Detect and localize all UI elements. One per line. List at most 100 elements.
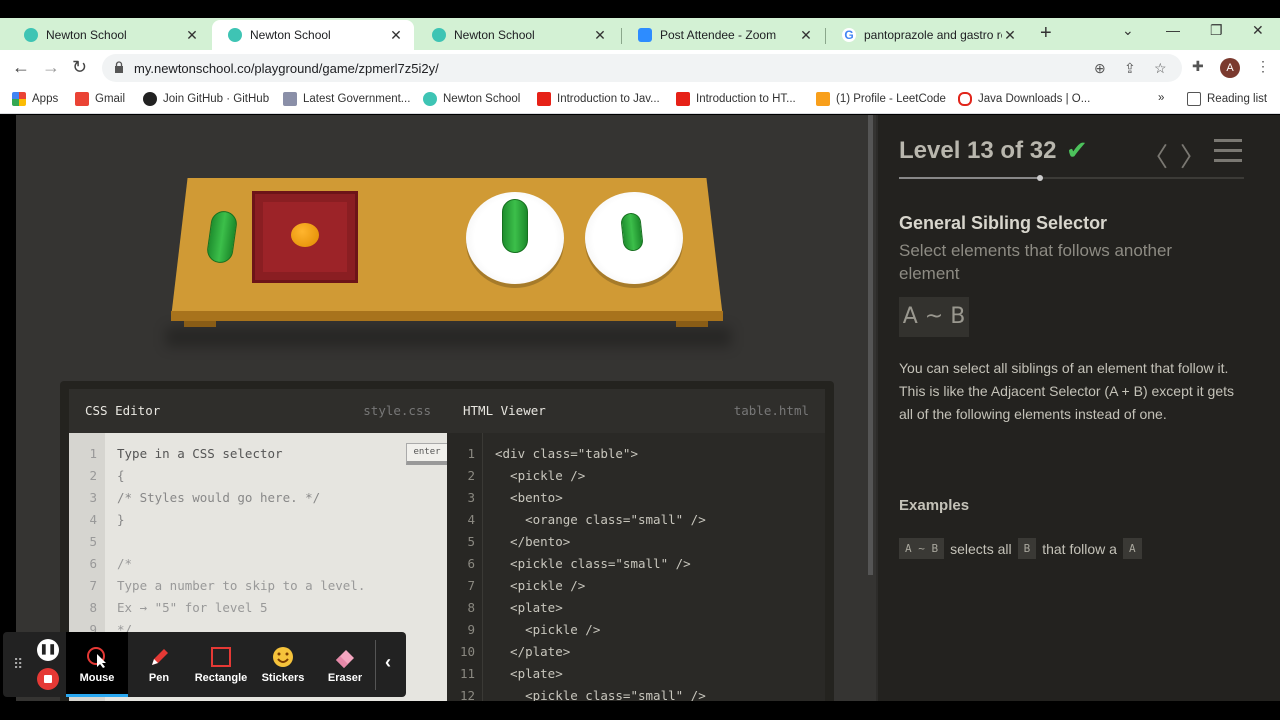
newton-school-favicon-icon [432,28,446,42]
line-number: 3 [467,490,475,505]
new-tab-icon[interactable]: + [1040,22,1052,45]
html-line[interactable]: <bento> [495,490,563,505]
html-line[interactable]: </plate> [495,644,570,659]
line-number: 7 [467,578,475,593]
html-line[interactable]: <pickle class="small" /> [495,688,706,701]
stop-record-icon[interactable] [37,668,59,690]
example-text: that follow a [1042,540,1117,557]
enter-button[interactable]: enter [406,443,448,465]
browser-tab[interactable]: Newton School ✕ [416,20,618,50]
address-bar[interactable]: my.newtonschool.co/playground/game/zpmer… [102,54,1182,82]
example-row: A ~ B selects all B that follow a A [899,538,1148,559]
youtube-icon [537,92,551,106]
toolbar-divider [375,640,376,690]
pickle-on-plate-item[interactable] [502,199,528,253]
bookmarks-overflow-icon[interactable]: » [1158,92,1164,104]
html-line[interactable]: <plate> [495,600,563,615]
selector-title: General Sibling Selector [899,213,1108,233]
rectangle-icon [211,647,231,667]
browser-tab[interactable]: Newton School ✕ [8,20,210,50]
progress-fill [899,177,1040,179]
bookmark-java-downloads[interactable]: Java Downloads | O... [958,92,1090,106]
line-number: 4 [89,512,97,527]
html-line[interactable]: <div class="table"> [495,446,638,461]
profile-avatar[interactable]: A [1220,58,1240,78]
orange-item[interactable] [291,223,319,247]
close-icon[interactable]: ✕ [592,27,608,44]
code-line: { [117,468,125,483]
bookmark-government[interactable]: Latest Government... [283,92,410,106]
mouse-tool[interactable]: Mouse [66,632,128,697]
tool-label: Rectangle [194,672,248,684]
scrollbar[interactable] [868,115,873,575]
html-line[interactable]: <plate> [495,666,563,681]
bookmark-label: Newton School [443,93,521,105]
eraser-tool[interactable]: Eraser [314,632,376,697]
table-shadow [166,327,731,347]
restore-icon[interactable]: ❐ [1210,22,1223,39]
oracle-icon [958,92,972,106]
browser-tab-active[interactable]: Newton School ✕ [212,20,414,50]
line-number: 2 [467,468,475,483]
line-number: 3 [89,490,97,505]
stickers-tool[interactable]: Stickers [252,632,314,697]
pause-icon[interactable]: ❚❚ [37,639,59,661]
code-line: Type a number to skip to a level. [117,578,366,593]
more-menu-icon[interactable]: ⋮ [1256,58,1270,75]
close-icon[interactable]: ✕ [184,27,200,44]
html-line[interactable]: <pickle /> [495,578,585,593]
bookmark-gmail[interactable]: Gmail [75,92,125,106]
browser-tab[interactable]: Post Attendee - Zoom ✕ [622,20,824,50]
level-indicator[interactable]: Level 13 of 32 [899,137,1056,165]
bookmark-label: Apps [32,93,59,105]
next-level-icon[interactable]: 〉 [1180,137,1206,174]
zoom-icon[interactable]: ⊕ [1094,60,1106,77]
hamburger-menu-icon[interactable] [1214,139,1242,162]
bookmark-label: Latest Government... [303,93,411,105]
apps-grid-icon [12,92,26,106]
youtube-icon [676,92,690,106]
previous-level-icon[interactable]: 〈 [1142,137,1168,174]
google-favicon-icon: G [842,28,856,42]
close-icon[interactable]: ✕ [1002,27,1018,44]
back-icon[interactable]: ← [12,57,30,78]
browser-tab[interactable]: G pantoprazole and gastro resi ✕ [826,20,1028,50]
reading-list[interactable]: Reading list [1187,92,1267,106]
html-line[interactable]: </bento> [495,534,570,549]
reload-icon[interactable]: ↻ [72,57,87,78]
css-editor-header: CSS Editor style.css [69,389,447,433]
zoom-favicon-icon [638,28,652,42]
tab-title: Newton School [250,28,331,42]
bookmark-label: Gmail [95,93,126,105]
forward-icon[interactable]: → [42,57,60,78]
close-icon[interactable]: ✕ [798,27,814,44]
window-close-icon[interactable]: ✕ [1252,22,1264,39]
html-viewer-header: HTML Viewer table.html [447,389,825,433]
bookmark-intro-html[interactable]: Introduction to HT... [676,92,796,106]
github-icon [143,92,157,106]
example-code: A ~ B [899,538,945,559]
share-icon[interactable]: ⇪ [1124,60,1136,77]
pen-tool[interactable]: Pen [128,632,190,697]
html-line[interactable]: <pickle /> [495,468,585,483]
bookmark-star-icon[interactable]: ☆ [1154,60,1167,77]
bookmark-leetcode[interactable]: (1) Profile - LeetCode [816,92,946,106]
minimize-icon[interactable]: — [1166,22,1180,38]
bottom-letterbox [0,701,1280,720]
close-icon[interactable]: ✕ [388,27,404,44]
rectangle-tool[interactable]: Rectangle [190,632,252,697]
tab-search-icon[interactable]: ⌄ [1122,22,1134,39]
extensions-icon[interactable]: ✚ [1192,58,1204,75]
bookmark-apps[interactable]: Apps [12,92,58,106]
leetcode-icon [816,92,830,106]
bookmark-github[interactable]: Join GitHub · GitHub [143,92,269,106]
selector-subtitle: Select elements that follows another ele… [899,241,1173,283]
bookmark-newton-school[interactable]: Newton School [423,92,520,106]
html-line[interactable]: <pickle class="small" /> [495,556,691,571]
bookmark-intro-java[interactable]: Introduction to Jav... [537,92,660,106]
html-line[interactable]: <orange class="small" /> [495,512,706,527]
sticker-emoji-icon [273,647,293,667]
collapse-chevron-icon[interactable]: ‹ [385,652,391,673]
drag-handle-icon[interactable]: ⠿ [13,656,23,673]
html-line[interactable]: <pickle /> [495,622,600,637]
